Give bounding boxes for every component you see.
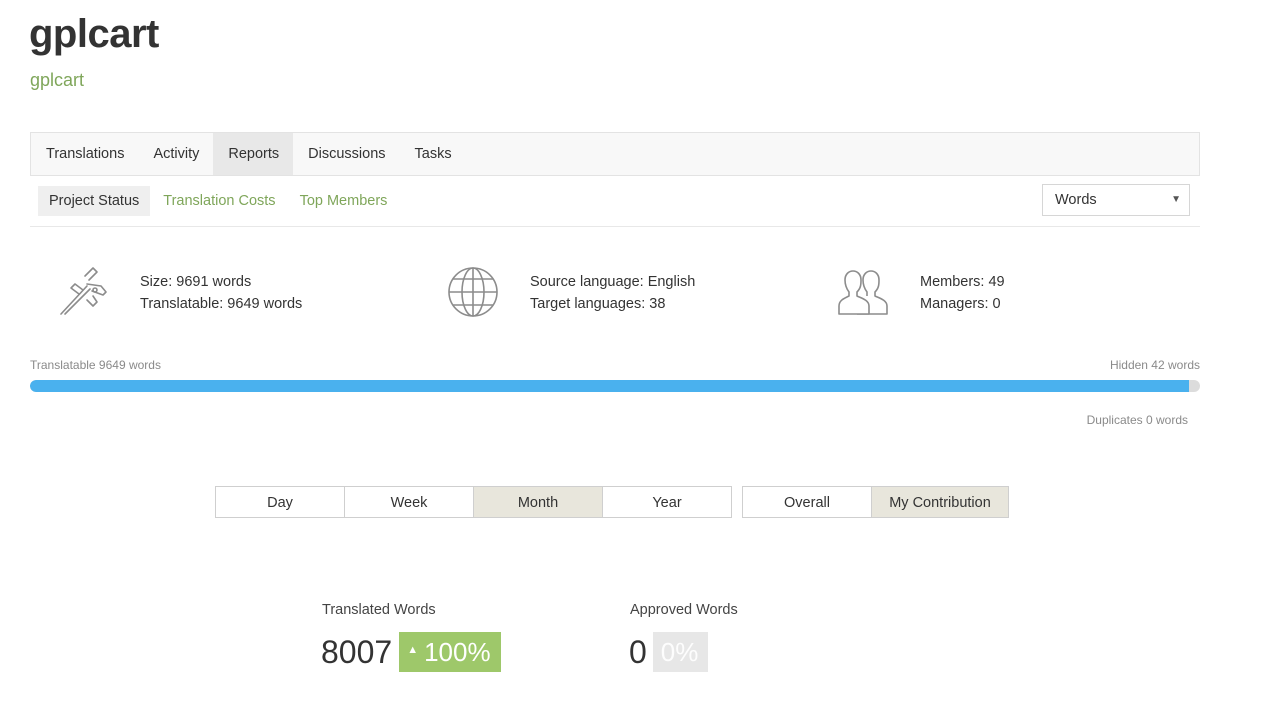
duplicates-label: Duplicates 0 words — [1086, 413, 1188, 427]
target-languages-line: Target languages: 38 — [530, 296, 666, 312]
language-stat: Source language: English Target language… — [530, 271, 695, 315]
scope-overall-button[interactable]: Overall — [742, 486, 872, 518]
period-selector: Day Week Month Year — [215, 486, 732, 518]
source-language-line: Source language: English — [530, 274, 696, 290]
members-stat: Members: 49 Managers: 0 — [920, 271, 1005, 315]
translatable-fill — [30, 380, 1190, 392]
chevron-down-icon: ▼ — [1171, 194, 1181, 205]
approved-words-value: 0 — [629, 633, 647, 670]
translated-words-metric: 8007 ▲ 100% — [321, 632, 501, 672]
translatable-label: Translatable 9649 words — [30, 358, 161, 372]
subtab-top-members[interactable]: Top Members — [289, 186, 399, 216]
size-stat: Size: 9691 words Translatable: 9649 word… — [140, 271, 302, 315]
subtab-translation-costs[interactable]: Translation Costs — [152, 186, 286, 216]
unit-select-value: Words — [1055, 192, 1097, 208]
members-icon — [837, 266, 891, 320]
approved-words-label: Approved Words — [630, 602, 738, 618]
approved-change-badge: 0% — [652, 632, 709, 672]
main-nav: Translations Activity Reports Discussion… — [30, 132, 1200, 176]
unit-select[interactable]: Words ▼ — [1042, 184, 1190, 216]
globe-icon — [447, 265, 501, 319]
translated-words-value: 8007 — [321, 633, 393, 670]
translatable-line: Translatable: 9649 words — [140, 296, 303, 312]
managers-line: Managers: 0 — [920, 296, 1001, 312]
caliper-icon — [57, 264, 111, 318]
approved-words-metric: 0 0% — [629, 632, 709, 672]
scope-selector: Overall My Contribution — [742, 486, 1009, 518]
scope-my-contribution-button[interactable]: My Contribution — [871, 486, 1009, 518]
tab-activity[interactable]: Activity — [138, 133, 213, 175]
members-line: Members: 49 — [920, 274, 1005, 290]
reports-subnav: Project Status Translation Costs Top Mem… — [38, 186, 400, 216]
period-month-button[interactable]: Month — [473, 486, 603, 518]
subtab-project-status[interactable]: Project Status — [38, 186, 151, 216]
translated-change-value: 100% — [424, 637, 491, 667]
hidden-label: Hidden 42 words — [1109, 358, 1200, 372]
project-subtitle: gplcart — [30, 70, 85, 90]
tab-translations[interactable]: Translations — [31, 133, 138, 175]
period-day-button[interactable]: Day — [215, 486, 345, 518]
word-progress-bar — [30, 380, 1200, 392]
period-year-button[interactable]: Year — [602, 486, 732, 518]
tab-tasks[interactable]: Tasks — [400, 133, 466, 175]
size-line: Size: 9691 words — [140, 274, 252, 290]
translated-change-badge: ▲ 100% — [399, 632, 501, 672]
translated-words-label: Translated Words — [322, 602, 436, 618]
project-title: gplcart — [29, 12, 159, 56]
period-week-button[interactable]: Week — [344, 486, 474, 518]
triangle-up-icon: ▲ — [407, 644, 419, 657]
tab-reports[interactable]: Reports — [213, 133, 294, 175]
divider — [30, 226, 1200, 227]
tab-discussions[interactable]: Discussions — [293, 133, 399, 175]
